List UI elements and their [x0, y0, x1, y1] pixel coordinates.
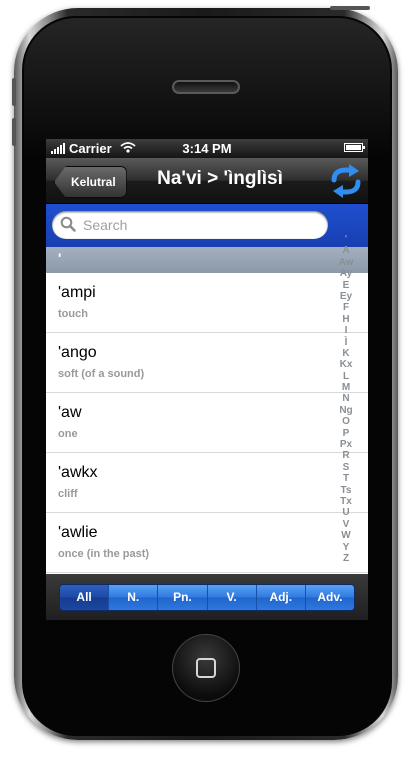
index-letter[interactable]: I — [334, 325, 358, 336]
battery-icon — [344, 143, 365, 152]
index-letter[interactable]: Aw — [334, 257, 358, 268]
filter-toolbar: All N. Pn. V. Adj. Adv. — [46, 574, 368, 620]
index-letter[interactable]: F — [334, 302, 358, 313]
screen: Carrier 3:14 PM Kelutral Na'vi > 'ìnglìs… — [46, 139, 368, 620]
refresh-icon[interactable] — [330, 164, 362, 198]
index-letter[interactable]: W — [334, 530, 358, 541]
index-letter[interactable]: T — [334, 473, 358, 484]
index-letter[interactable]: L — [334, 371, 358, 382]
section-header-label: ' — [58, 250, 62, 266]
index-letter[interactable]: Ts — [334, 485, 358, 496]
search-input[interactable] — [83, 216, 313, 234]
index-letter[interactable]: Ey — [334, 291, 358, 302]
index-letter[interactable]: O — [334, 416, 358, 427]
word-term: 'awlie — [58, 524, 98, 541]
filter-adjective[interactable]: Adj. — [255, 585, 305, 610]
index-letter[interactable]: Tx — [334, 496, 358, 507]
list-item[interactable]: 'aw one — [46, 393, 368, 453]
back-button[interactable]: Kelutral — [54, 166, 127, 198]
index-letter[interactable]: Y — [334, 542, 358, 553]
index-letter[interactable]: V — [334, 519, 358, 530]
index-letter[interactable]: Ay — [334, 268, 358, 279]
word-term: 'ampi — [58, 284, 96, 301]
index-letter[interactable]: P — [334, 428, 358, 439]
search-icon — [60, 216, 76, 237]
word-type-filter: All N. Pn. V. Adj. Adv. — [59, 584, 355, 611]
home-button[interactable] — [172, 634, 240, 702]
word-list: 'ampi touch 'ango soft (of a sound) 'aw … — [46, 273, 368, 573]
filter-noun[interactable]: N. — [108, 585, 158, 610]
home-square-icon — [196, 658, 216, 678]
index-letter[interactable]: Z — [334, 553, 358, 564]
search-field[interactable] — [52, 211, 328, 239]
index-letter[interactable]: A — [334, 245, 358, 256]
volume-down-button — [12, 118, 16, 146]
list-item[interactable]: 'awkx cliff — [46, 453, 368, 513]
nav-title: Na'vi > 'ìnglìsì — [157, 168, 283, 189]
index-letter[interactable]: E — [334, 280, 358, 291]
word-term: 'awkx — [58, 464, 98, 481]
index-letter[interactable]: S — [334, 462, 358, 473]
word-term: 'ango — [58, 344, 97, 361]
index-letter[interactable]: U — [334, 507, 358, 518]
filter-adverb[interactable]: Adv. — [304, 585, 354, 610]
filter-pronoun[interactable]: Pn. — [157, 585, 207, 610]
index-letter[interactable]: M — [334, 382, 358, 393]
list-item[interactable]: 'awlie once (in the past) — [46, 513, 368, 573]
volume-up-button — [12, 78, 16, 106]
index-letter[interactable]: N — [334, 393, 358, 404]
section-header: ' — [46, 247, 368, 273]
word-definition: cliff — [58, 488, 78, 500]
word-definition: touch — [58, 308, 88, 320]
status-bar: Carrier 3:14 PM — [46, 139, 368, 158]
index-letter[interactable]: Ng — [334, 405, 358, 416]
index-letter[interactable]: Px — [334, 439, 358, 450]
status-time: 3:14 PM — [182, 141, 232, 156]
index-letter[interactable]: R — [334, 450, 358, 461]
index-letter[interactable]: Ì — [334, 337, 358, 348]
list-item[interactable]: 'ango soft (of a sound) — [46, 333, 368, 393]
search-bar — [46, 204, 368, 247]
index-letter[interactable]: Kx — [334, 359, 358, 370]
word-definition: soft (of a sound) — [58, 368, 145, 380]
section-index[interactable]: ' A Aw Ay E Ey F H I Ì K Kx L M N Ng O P… — [334, 234, 358, 564]
filter-verb[interactable]: V. — [206, 585, 256, 610]
navigation-bar: Kelutral Na'vi > 'ìnglìsì — [46, 158, 368, 204]
index-letter[interactable]: ' — [334, 234, 358, 245]
index-letter[interactable]: K — [334, 348, 358, 359]
word-term: 'aw — [58, 404, 82, 421]
word-definition: once (in the past) — [58, 548, 150, 560]
earpiece-speaker — [172, 80, 240, 94]
word-definition: one — [58, 428, 78, 440]
list-item[interactable]: 'ampi touch — [46, 273, 368, 333]
index-letter[interactable]: H — [334, 314, 358, 325]
sleep-button — [330, 6, 370, 10]
filter-all[interactable]: All — [60, 585, 109, 610]
